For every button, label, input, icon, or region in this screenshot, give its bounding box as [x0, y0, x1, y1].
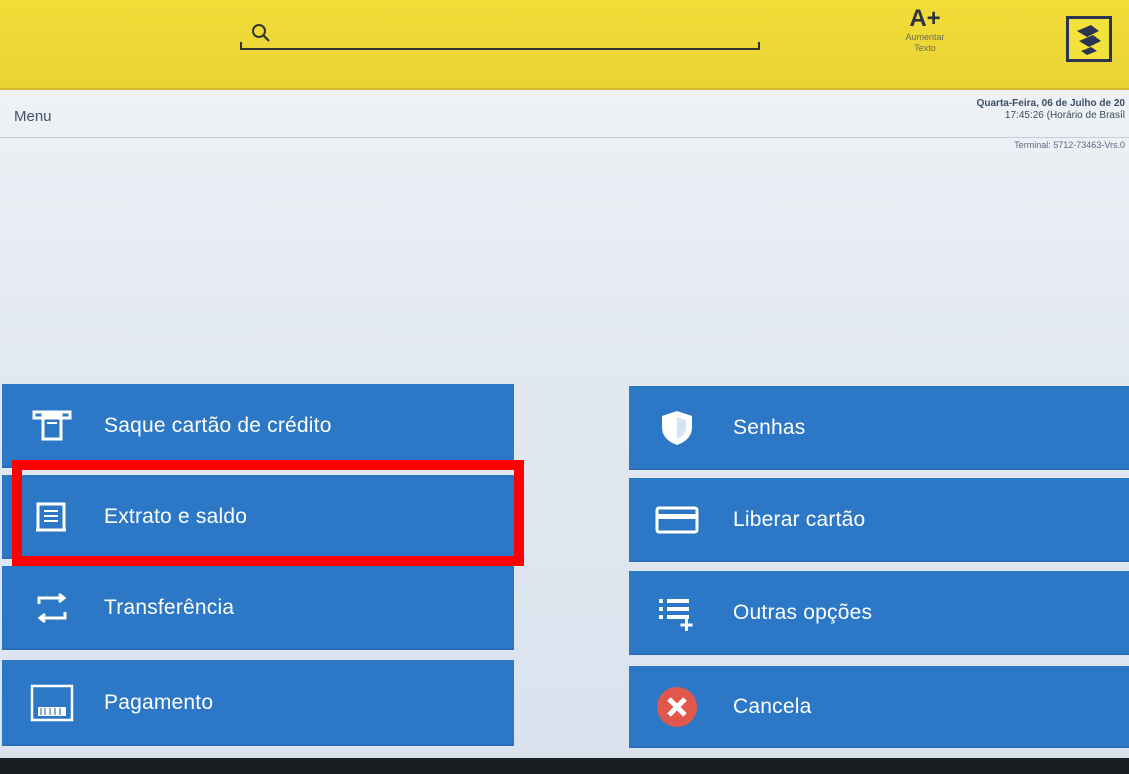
button-label: Outras opções [733, 601, 873, 624]
divider [0, 137, 1129, 138]
bank-logo-icon [1066, 16, 1112, 62]
shield-icon [662, 411, 692, 445]
terminal-info: Terminal: 5712-73463-Vrs.0 [1014, 140, 1125, 150]
button-label: Liberar cartão [733, 508, 866, 531]
search-underline [240, 48, 760, 50]
date-text: Quarta-Feira, 06 de Julho de 20 [976, 98, 1125, 109]
top-bar: A+ Aumentar Texto [0, 0, 1129, 90]
senhas-button[interactable]: Senhas [629, 386, 1129, 470]
menu-title: Menu [14, 108, 52, 125]
highlight-box [12, 460, 524, 566]
outras-opcoes-button[interactable]: Outras opções [629, 571, 1129, 655]
search-underline-tick [240, 42, 242, 50]
button-label: Cancela [733, 695, 812, 718]
liberar-cartao-button[interactable]: Liberar cartão [629, 478, 1129, 562]
date-time-info: Quarta-Feira, 06 de Julho de 20 17:45:26… [977, 98, 1125, 122]
atm-withdraw-icon [32, 410, 72, 441]
button-label: Senhas [733, 416, 806, 439]
search-icon [252, 24, 270, 42]
transferencia-button[interactable]: Transferência [2, 566, 514, 650]
screen-bezel [0, 758, 1129, 774]
font-size-label: A+ [909, 5, 941, 32]
button-label: Saque cartão de crédito [104, 414, 332, 437]
list-add-icon [659, 599, 693, 631]
atm-screen: A+ Aumentar Texto Menu Quarta-Feira, 06 … [0, 0, 1129, 774]
button-label: Transferência [104, 596, 235, 619]
cancel-icon [657, 687, 697, 727]
time-text: 17:45:26 (Horário de Brasíl [1004, 110, 1125, 121]
button-label: Pagamento [104, 691, 214, 714]
increase-font-button[interactable]: A+ Aumentar Texto [895, 6, 955, 54]
font-size-caption: Aumentar Texto [905, 32, 945, 53]
search-field[interactable] [240, 20, 760, 50]
card-icon [655, 506, 699, 534]
cancela-button[interactable]: Cancela [629, 666, 1129, 748]
pagamento-button[interactable]: Pagamento [2, 660, 514, 746]
search-underline-tick [758, 42, 760, 50]
saque-cartao-credito-button[interactable]: Saque cartão de crédito [2, 384, 514, 468]
transfer-icon [37, 592, 67, 624]
barcode-payment-icon [30, 684, 74, 722]
